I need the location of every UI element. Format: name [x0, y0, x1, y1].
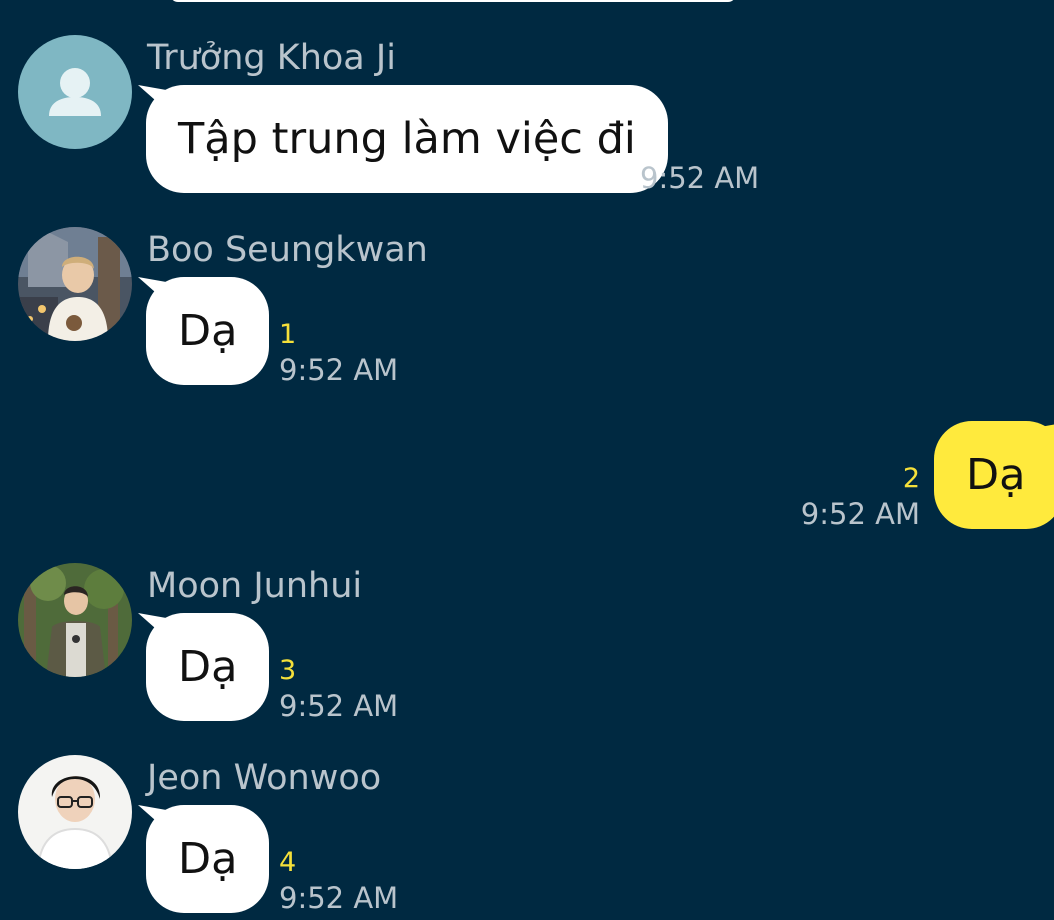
message-bubble[interactable]: Dạ [146, 277, 270, 385]
sender-name: Moon Junhui [147, 566, 363, 606]
avatar[interactable] [18, 35, 132, 149]
unread-count: 3 [279, 655, 297, 686]
unread-count: 2 [902, 463, 920, 494]
message-time: 9:52 AM [279, 353, 399, 387]
avatar[interactable] [18, 755, 132, 869]
message-time: 9:52 AM [640, 161, 760, 195]
message-bubble[interactable]: Dạ [146, 613, 270, 721]
unread-count: 4 [279, 847, 297, 878]
profile-photo [18, 755, 132, 869]
avatar[interactable] [18, 227, 132, 341]
avatar[interactable] [18, 563, 132, 677]
message-time: 9:52 AM [279, 689, 399, 723]
my-message-bubble[interactable]: Dạ [934, 421, 1054, 529]
profile-photo [18, 563, 132, 677]
sender-name: Boo Seungkwan [147, 230, 428, 270]
default-profile-icon [18, 35, 132, 149]
unread-count: 1 [279, 319, 297, 350]
message-time: 9:52 AM [279, 881, 399, 915]
previous-message-bubble-edge [170, 0, 736, 2]
message-bubble[interactable]: Tập trung làm việc đi [146, 85, 668, 193]
profile-photo [18, 227, 132, 341]
message-bubble[interactable]: Dạ [146, 805, 270, 913]
message-time: 9:52 AM [800, 497, 920, 531]
chat-room: Trưởng Khoa Ji Tập trung làm việc đi 9:5… [0, 0, 1054, 920]
sender-name: Trưởng Khoa Ji [147, 38, 396, 78]
sender-name: Jeon Wonwoo [147, 758, 382, 798]
